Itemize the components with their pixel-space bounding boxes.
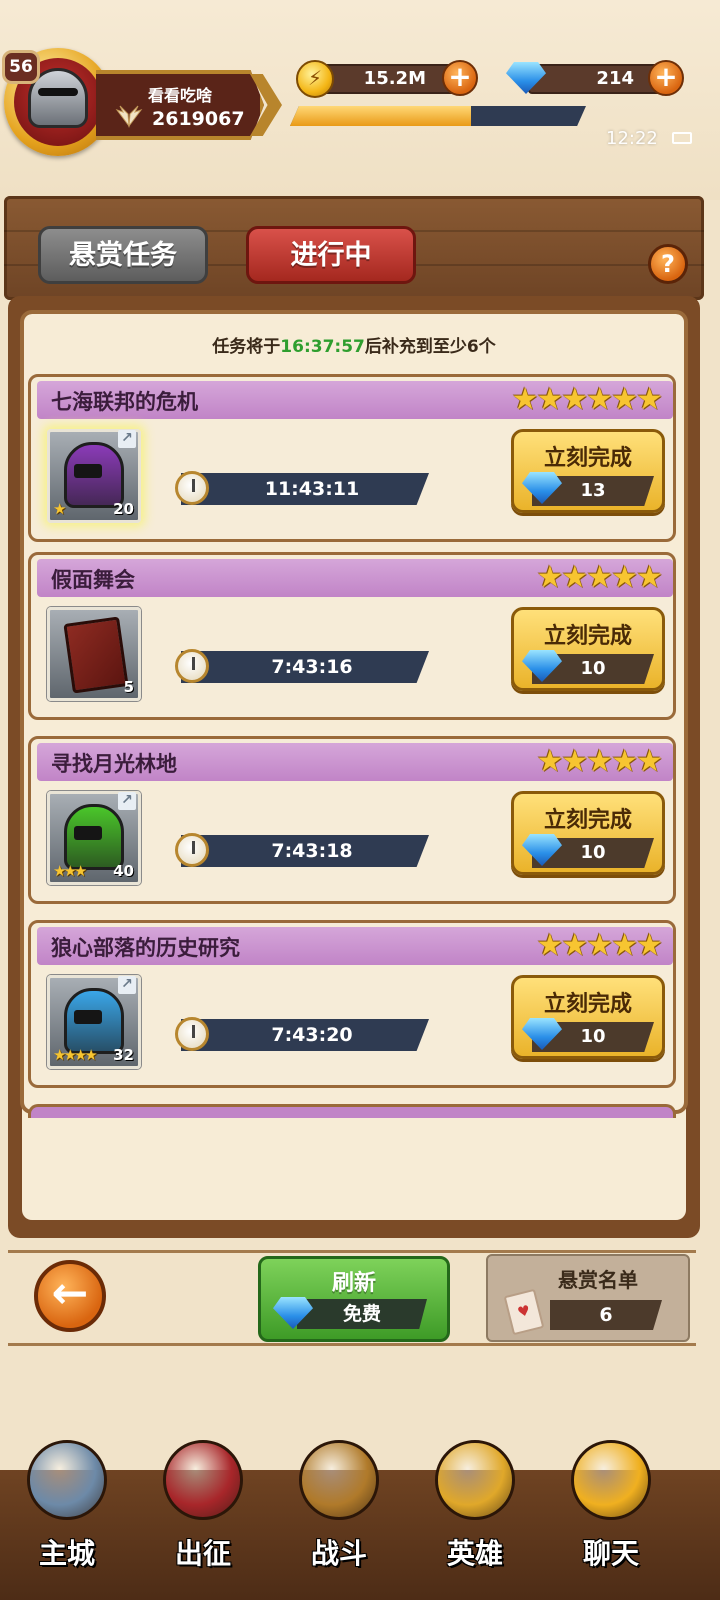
quest-card: 寻找月光林地 ★★★★★ ↗ ★★★ 40 7:43:18 立刻完成 10	[28, 736, 676, 904]
clock-icon	[175, 1017, 209, 1051]
clock-icon	[175, 649, 209, 683]
player-level-badge: 56	[2, 50, 40, 84]
nav-castle-tower[interactable]: 主城	[12, 1440, 122, 1600]
quest-title-bar: 假面舞会 ★★★★★	[37, 559, 673, 597]
experience-bar	[290, 106, 586, 126]
nav-label: 英雄	[446, 1537, 503, 1570]
back-button[interactable]: ←	[34, 1260, 106, 1332]
complete-now-button[interactable]: 立刻完成 10	[511, 791, 665, 875]
experience-bar-fill	[290, 106, 471, 126]
player-name: 看看吃啥	[148, 86, 213, 105]
reward-item-count: 5	[123, 678, 134, 696]
complete-now-button[interactable]: 立刻完成 10	[511, 607, 665, 691]
next-quest-card-peek	[28, 1104, 676, 1118]
complete-now-label: 立刻完成	[543, 992, 632, 1017]
refresh-label: 刷新	[331, 1271, 376, 1296]
gold-coin-icon: ⚡	[296, 60, 334, 98]
add-gems-button[interactable]: +	[648, 60, 684, 96]
hero-helmet-icon	[435, 1440, 515, 1520]
refill-time: 16:37:57	[280, 337, 365, 357]
helmet-visor	[74, 1010, 102, 1024]
quest-card: 狼心部落的历史研究 ★★★★★ ↗ ★★★★ 32 7:43:20 立刻完成 1…	[28, 920, 676, 1088]
complete-now-label: 立刻完成	[543, 446, 632, 471]
nav-battle-shield[interactable]: 战斗	[284, 1440, 394, 1600]
tab-in-progress[interactable]: 进行中	[246, 226, 416, 284]
reward-item-slot[interactable]: 5	[47, 607, 141, 701]
reward-item-slot[interactable]: ↗ ★★★ 40	[47, 791, 141, 885]
nav-label: 聊天	[582, 1537, 639, 1570]
quest-title-bar: 七海联邦的危机 ★★★★★★	[37, 381, 673, 419]
refresh-button[interactable]: 刷新 免费	[258, 1256, 450, 1342]
reward-item-count: 32	[113, 1046, 134, 1064]
item-stars: ★★★	[53, 862, 87, 880]
reward-item-slot[interactable]: ↗ ★★★★ 32	[47, 975, 141, 1069]
upgrade-arrow-icon: ↗	[118, 976, 136, 994]
quest-timer: 11:43:11	[181, 473, 429, 505]
item-stars: ★	[53, 500, 67, 518]
quest-card: 七海联邦的危机 ★★★★★★ ↗ ★ 20 11:43:11 立刻完成 13	[28, 374, 676, 542]
help-button[interactable]: ?	[648, 244, 688, 284]
nav-expedition[interactable]: 出征	[148, 1440, 258, 1600]
quest-title-bar: 寻找月光林地 ★★★★★	[37, 743, 673, 781]
quest-card: 假面舞会 ★★★★★ 5 7:43:16 立刻完成 10	[28, 552, 676, 720]
helmet-visor	[74, 826, 102, 840]
bounty-list-button[interactable]: 悬赏名单 6 ♥	[486, 1254, 690, 1342]
complete-now-label: 立刻完成	[543, 624, 632, 649]
quest-timer: 7:43:16	[181, 651, 429, 683]
status-time: 12:22	[606, 128, 658, 149]
complete-now-label: 立刻完成	[543, 808, 632, 833]
avatar-helmet-visor	[38, 88, 78, 96]
item-stars: ★★★★	[53, 1046, 98, 1064]
battle-shield-icon	[299, 1440, 379, 1520]
clock-icon	[175, 833, 209, 867]
quest-timer: 7:43:20	[181, 1019, 429, 1051]
tab-bounty-missions[interactable]: 悬赏任务	[38, 226, 208, 284]
refresh-cost: 免费	[297, 1299, 427, 1329]
add-gold-button[interactable]: +	[442, 60, 478, 96]
quest-difficulty-stars: ★★★★★	[536, 928, 663, 963]
bounty-list-count: 6	[550, 1300, 662, 1330]
nav-label: 战斗	[310, 1537, 367, 1570]
chat-bubble-icon	[571, 1440, 651, 1520]
reward-item-count: 40	[113, 862, 134, 880]
quest-difficulty-stars: ★★★★★	[536, 744, 663, 779]
upgrade-arrow-icon: ↗	[118, 792, 136, 810]
bounty-list-label: 悬赏名单	[558, 1268, 638, 1292]
nav-chat-bubble[interactable]: 聊天	[556, 1440, 666, 1600]
quest-title-bar: 狼心部落的历史研究 ★★★★★	[37, 927, 673, 965]
quest-title: 狼心部落的历史研究	[51, 936, 240, 960]
quest-title: 寻找月光林地	[51, 752, 177, 776]
quest-title: 七海联邦的危机	[51, 390, 198, 414]
helmet-visor	[74, 464, 102, 478]
castle-tower-icon	[27, 1440, 107, 1520]
quest-title: 假面舞会	[51, 568, 135, 592]
player-power-score: 2619067	[152, 108, 245, 130]
bounty-card-icon: ♥	[503, 1288, 545, 1336]
book-icon	[63, 616, 129, 694]
battery-icon	[672, 132, 692, 144]
nav-label: 出征	[174, 1537, 231, 1570]
nav-label: 主城	[38, 1537, 95, 1570]
nav-hero-helmet[interactable]: 英雄	[420, 1440, 530, 1600]
quest-difficulty-stars: ★★★★★	[536, 560, 663, 595]
quest-timer: 7:43:18	[181, 835, 429, 867]
complete-now-button[interactable]: 立刻完成 13	[511, 429, 665, 513]
complete-now-button[interactable]: 立刻完成 10	[511, 975, 665, 1059]
upgrade-arrow-icon: ↗	[118, 430, 136, 448]
reward-item-slot[interactable]: ↗ ★ 20	[47, 429, 141, 523]
quest-difficulty-stars: ★★★★★★	[511, 382, 663, 417]
expedition-icon	[163, 1440, 243, 1520]
wings-icon	[115, 105, 143, 128]
refill-notice: 任务将于16:37:57后补充到至少6个	[212, 337, 496, 357]
clock-icon	[175, 471, 209, 505]
reward-item-count: 20	[113, 500, 134, 518]
